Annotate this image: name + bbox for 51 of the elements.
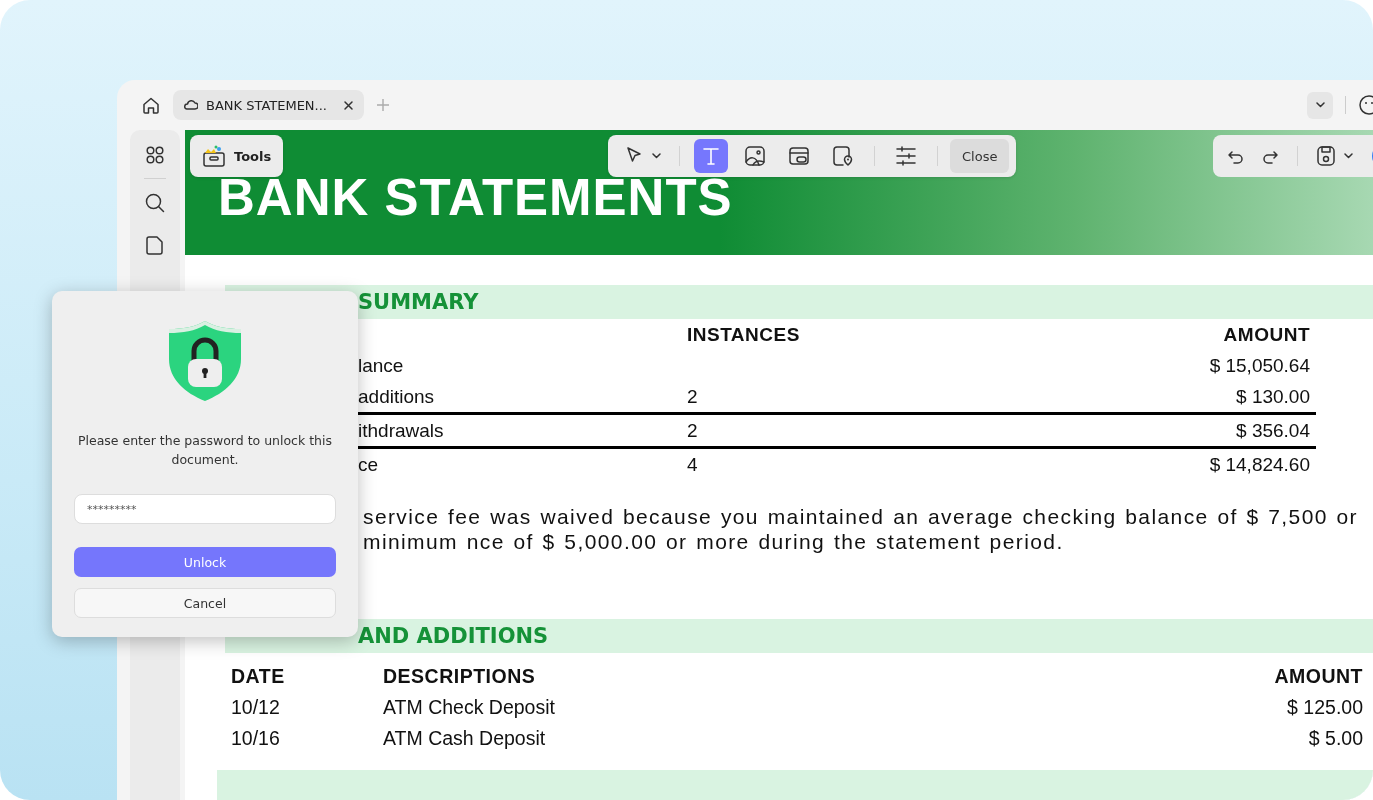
search-icon[interactable] bbox=[145, 193, 165, 213]
dialog-message: Please enter the password to unlock this document. bbox=[76, 432, 333, 469]
table-cell: ithdrawals bbox=[358, 419, 444, 442]
table-cell: 4 bbox=[687, 453, 698, 476]
tools-button[interactable]: Tools bbox=[190, 135, 284, 177]
toolbox-icon bbox=[202, 144, 226, 168]
tab-title: BANK STATEMEN... bbox=[206, 97, 327, 113]
table-cell: 2 bbox=[687, 385, 698, 408]
table-cell: additions bbox=[358, 385, 435, 408]
dropdown-button[interactable] bbox=[1307, 91, 1333, 119]
table-cell: ce bbox=[358, 453, 379, 476]
close-icon[interactable] bbox=[342, 99, 354, 111]
table-cell: $ 5.00 bbox=[1308, 727, 1363, 750]
table-cell: $ 14,824.60 bbox=[1209, 453, 1310, 476]
table-cell: $ 15,050.64 bbox=[1209, 354, 1310, 377]
column-header: DATE bbox=[231, 665, 285, 688]
section-heading: SUMMARY bbox=[225, 285, 1373, 319]
image-icon bbox=[744, 145, 766, 167]
table-cell: $ 130.00 bbox=[1236, 385, 1310, 408]
table-cell: 10/16 bbox=[231, 727, 280, 750]
unlock-button[interactable]: Unlock bbox=[74, 547, 336, 577]
section-heading: AND ADDITIONS bbox=[225, 619, 1373, 653]
table-cell: lance bbox=[358, 354, 404, 377]
page-icon[interactable] bbox=[145, 235, 165, 256]
document-tab[interactable]: BANK STATEMEN... bbox=[173, 90, 364, 120]
link-box-icon bbox=[788, 145, 810, 167]
table-cell: $ 125.00 bbox=[1287, 696, 1363, 719]
cloud-icon bbox=[183, 98, 198, 112]
table-cell: 2 bbox=[687, 419, 698, 442]
note-paragraph: service fee was waived because you maintained an average checking balance of $ 7,500 or minimum nce of $ 5,000.00 or more during the statement period. bbox=[363, 504, 1359, 554]
table-cell: ATM Cash Deposit bbox=[383, 727, 546, 750]
column-header: INSTANCES bbox=[687, 323, 800, 346]
chevron-down-icon bbox=[652, 153, 661, 159]
table-cell: $ 356.04 bbox=[1236, 419, 1310, 442]
home-icon[interactable] bbox=[141, 95, 161, 115]
password-field[interactable]: ********* bbox=[74, 494, 336, 524]
chevron-down-icon[interactable] bbox=[1344, 153, 1353, 159]
close-button[interactable]: Close bbox=[950, 139, 1010, 173]
table-cell: ATM Check Deposit bbox=[383, 696, 555, 719]
cancel-button[interactable]: Cancel bbox=[74, 588, 336, 618]
location-pin-icon bbox=[832, 145, 854, 167]
column-header: DESCRIPTIONS bbox=[383, 665, 536, 688]
save-icon[interactable] bbox=[1316, 145, 1336, 167]
text-icon bbox=[700, 145, 722, 167]
sliders-icon bbox=[895, 145, 917, 167]
apps-icon[interactable] bbox=[146, 146, 164, 164]
table-cell: 10/12 bbox=[231, 696, 280, 719]
column-header: AMOUNT bbox=[1223, 323, 1310, 346]
text-tool-button[interactable] bbox=[694, 139, 728, 173]
column-header: AMOUNT bbox=[1274, 665, 1363, 688]
chevron-down-icon bbox=[1315, 102, 1325, 108]
